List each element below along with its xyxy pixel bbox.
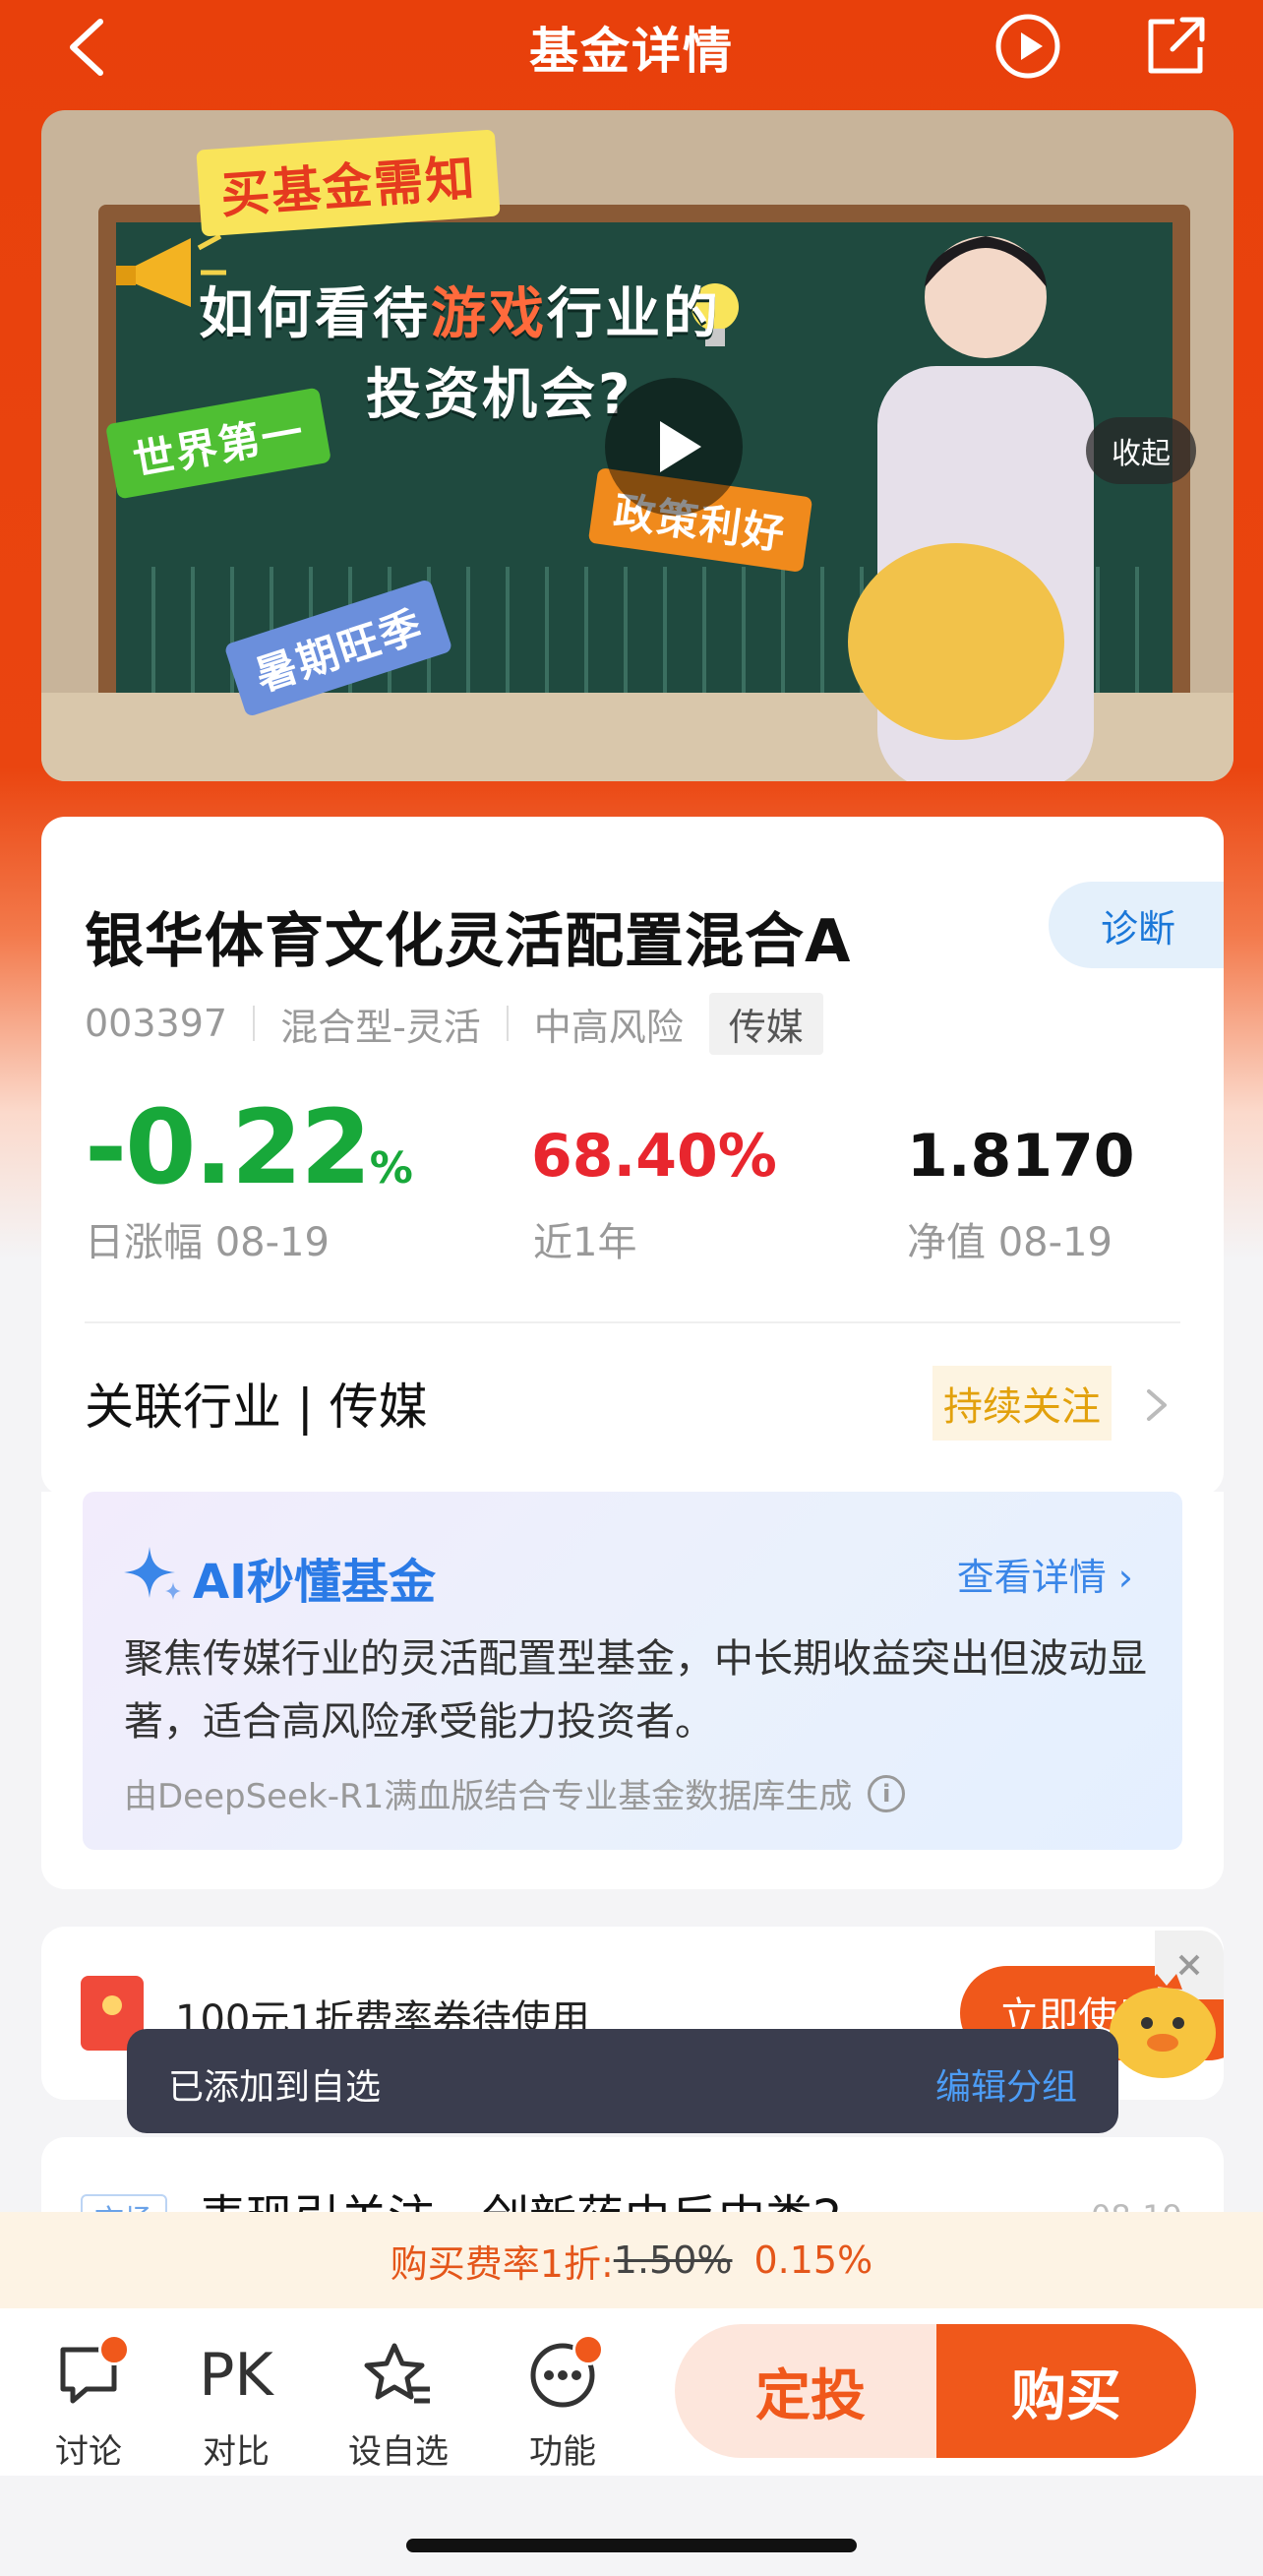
pk-icon: PK xyxy=(199,2341,273,2410)
video-banner[interactable]: 买基金需知 如何看待游戏行业的 投资机会? 世界第一 政策利好 暑期旺季 收起 xyxy=(41,110,1233,781)
fund-summary-card: 银华体育文化灵活配置混合A 诊断 003397 混合型-灵活 中高风险 传媒 -… xyxy=(41,817,1224,1496)
fund-meta-row: 003397 混合型-灵活 中高风险 传媒 xyxy=(85,992,823,1055)
banner-play-button[interactable] xyxy=(605,378,743,516)
edit-group-link[interactable]: 编辑分组 xyxy=(935,2058,1077,2110)
tab-discussion[interactable]: 讨论 xyxy=(30,2334,148,2473)
one-year-return-label: 近1年 xyxy=(533,1220,637,1265)
share-icon xyxy=(1148,17,1205,74)
purchase-fee-banner: 购买费率1折: 1.50% 0.15% xyxy=(0,2212,1263,2308)
tab-add-watchlist[interactable]: 设自选 xyxy=(339,2340,457,2473)
tab-compare[interactable]: PK 对比 xyxy=(177,2340,295,2473)
daily-change-value: -0.22% xyxy=(85,1087,413,1207)
view-details-link[interactable]: 查看详情 › xyxy=(957,1547,1133,1601)
nav-value: 1.8170 xyxy=(907,1122,1135,1191)
star-list-icon xyxy=(364,2343,430,2404)
sparkle-icon xyxy=(124,1547,181,1600)
video-play-button[interactable] xyxy=(993,12,1062,81)
sip-button[interactable]: 定投 xyxy=(675,2324,946,2458)
fund-code: 003397 xyxy=(85,1002,228,1045)
fund-type: 混合型-灵活 xyxy=(280,1005,481,1049)
toast-notification: 已添加到自选 编辑分组 xyxy=(127,2029,1118,2133)
fund-name: 银华体育文化灵活配置混合A xyxy=(85,907,852,976)
notification-dot xyxy=(98,2334,130,2365)
collapse-button[interactable]: 收起 xyxy=(1086,417,1196,484)
page-title: 基金详情 xyxy=(529,23,734,80)
bottom-action-bar: 讨论 PK 对比 设自选 功能 定投 购买 xyxy=(0,2308,1263,2476)
info-icon[interactable]: i xyxy=(868,1774,906,1812)
ai-section: AI秒懂基金 查看详情 › 聚焦传媒行业的灵活配置型基金，中长期收益突出但波动显… xyxy=(41,1492,1224,1889)
board-headline-line2: 投资机会? xyxy=(366,363,633,427)
home-indicator[interactable] xyxy=(406,2539,857,2552)
diagnose-button[interactable]: 诊断 xyxy=(1049,882,1224,968)
original-fee: 1.50% xyxy=(613,2239,733,2282)
ai-description: 聚焦传媒行业的灵活配置型基金，中长期收益突出但波动显著，适合高风险承受能力投资者… xyxy=(124,1636,1147,1745)
chevron-right-icon[interactable] xyxy=(1143,1385,1171,1425)
fund-risk-level: 中高风险 xyxy=(533,1005,684,1049)
presenter-image xyxy=(848,236,1094,781)
tab-functions[interactable]: 功能 xyxy=(504,2334,622,2473)
play-icon xyxy=(660,421,701,472)
buy-button[interactable]: 购买 xyxy=(936,2324,1196,2458)
daily-change-label: 日涨幅 08-19 xyxy=(85,1220,330,1265)
one-year-return-value: 68.40% xyxy=(531,1122,777,1191)
play-circle-icon xyxy=(995,14,1060,79)
notification-dot xyxy=(572,2334,604,2365)
toast-message: 已添加到自选 xyxy=(168,2067,382,2108)
board-headline-line1: 如何看待游戏行业的 xyxy=(199,282,721,346)
keep-following-badge[interactable]: 持续关注 xyxy=(932,1366,1112,1441)
discounted-fee: 0.15% xyxy=(753,2239,873,2282)
related-industry[interactable]: 关联行业 | 传媒 xyxy=(85,1368,428,1439)
share-button[interactable] xyxy=(1141,12,1210,81)
nav-label: 净值 08-19 xyxy=(907,1220,1113,1265)
chevron-right-icon: › xyxy=(1117,1556,1133,1599)
ai-fund-summary-card[interactable]: AI秒懂基金 查看详情 › 聚焦传媒行业的灵活配置型基金，中长期收益突出但波动显… xyxy=(83,1492,1182,1850)
top-nav-bar: 基金详情 xyxy=(0,0,1263,98)
fund-sector-tag[interactable]: 传媒 xyxy=(708,992,823,1055)
ai-source-note: 由DeepSeek-R1满血版结合专业基金数据库生成 i xyxy=(124,1769,906,1817)
ai-card-title: AI秒懂基金 xyxy=(193,1555,437,1610)
